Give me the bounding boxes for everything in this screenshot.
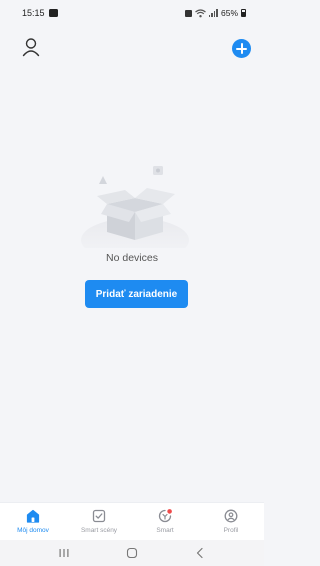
smart-icon: [158, 509, 172, 523]
back-button[interactable]: [190, 545, 210, 561]
status-left: 15:15: [22, 8, 58, 18]
back-icon: [196, 547, 203, 559]
tab-smart[interactable]: Smart: [132, 503, 198, 540]
system-home-icon: [126, 547, 138, 559]
add-device-button[interactable]: [232, 39, 251, 58]
checkbox-icon: [92, 509, 106, 523]
recents-icon: [59, 549, 69, 557]
signal-icon: [208, 9, 218, 17]
status-bar: 15:15 65%: [0, 0, 264, 26]
system-home-button[interactable]: [122, 545, 142, 561]
home-icon: [26, 509, 40, 523]
tab-profile[interactable]: Profil: [198, 503, 264, 540]
status-time: 15:15: [22, 8, 45, 18]
alarm-icon: [184, 9, 192, 17]
screen: 15:15 65% No devices Pridať zariadenie M…: [0, 0, 264, 566]
tab-my-home[interactable]: Môj domov: [0, 503, 66, 540]
status-right: 65%: [184, 8, 246, 18]
tab-my-home-label: Môj domov: [17, 527, 49, 534]
add-device-primary-button[interactable]: Pridať zariadenie: [85, 280, 188, 308]
gallery-notification-icon: [48, 9, 58, 17]
profile-icon: [224, 509, 238, 523]
empty-state-message: No devices: [106, 252, 158, 264]
notification-dot: [167, 509, 172, 514]
tab-smart-scenes-label: Smart scény: [80, 527, 118, 534]
battery-percent: 65%: [220, 8, 238, 18]
tab-smart-label: Smart: [156, 527, 174, 534]
tab-profile-label: Profil: [223, 527, 239, 534]
user-profile-button[interactable]: [20, 36, 42, 58]
recents-button[interactable]: [54, 545, 74, 561]
system-navigation-bar: [0, 540, 264, 566]
wifi-icon: [195, 8, 206, 17]
battery-icon: [241, 9, 246, 17]
tab-smart-scenes[interactable]: Smart scény: [66, 503, 132, 540]
user-icon: [22, 38, 40, 57]
empty-box-illustration: [81, 166, 189, 248]
bottom-navigation: Môj domov Smart scény Smart Profil: [0, 502, 264, 540]
top-header: [0, 34, 264, 62]
